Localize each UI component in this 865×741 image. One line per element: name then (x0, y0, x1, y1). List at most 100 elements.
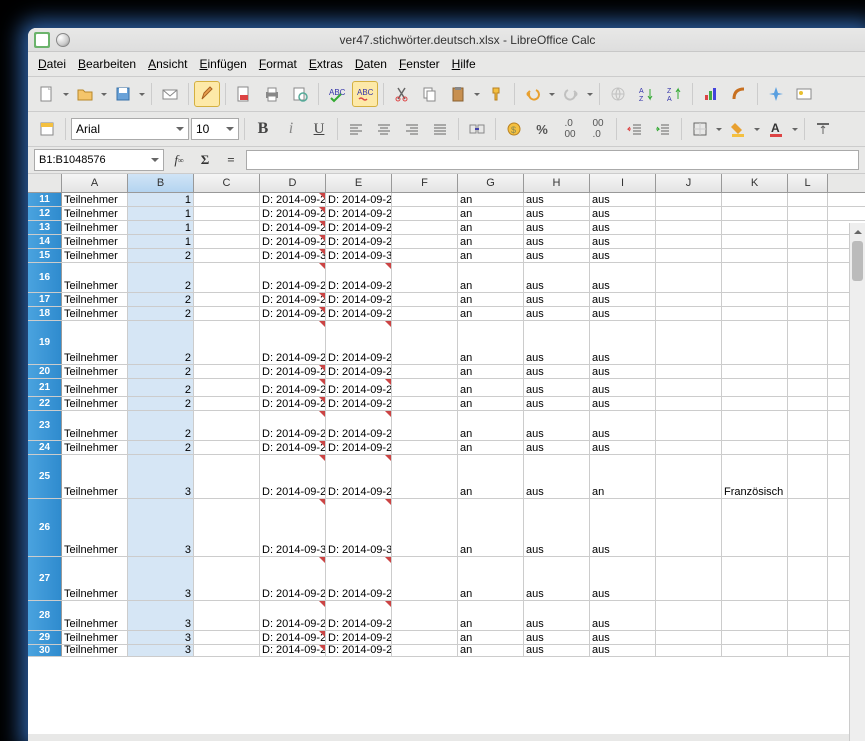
col-header-J[interactable]: J (656, 174, 722, 192)
cell-K28[interactable] (722, 601, 788, 630)
menu-daten[interactable]: Daten (351, 55, 391, 73)
cell-H17[interactable]: aus (524, 293, 590, 306)
cell-H18[interactable]: aus (524, 307, 590, 320)
menu-einfügen[interactable]: Einfügen (195, 55, 250, 73)
cell-L20[interactable] (788, 365, 828, 378)
undo-dropdown[interactable] (548, 90, 556, 99)
cell-I12[interactable]: aus (590, 207, 656, 220)
row-header-14[interactable]: 14 (28, 235, 62, 248)
cell-K23[interactable] (722, 411, 788, 440)
sum-button[interactable]: Σ (194, 150, 216, 170)
cell-K22[interactable] (722, 397, 788, 410)
col-header-F[interactable]: F (392, 174, 458, 192)
col-header-A[interactable]: A (62, 174, 128, 192)
cell-L24[interactable] (788, 441, 828, 454)
cell-H16[interactable]: aus (524, 263, 590, 292)
cell-C14[interactable] (194, 235, 260, 248)
row-header-21[interactable]: 21 (28, 379, 62, 396)
menu-hilfe[interactable]: Hilfe (448, 55, 480, 73)
cell-K16[interactable] (722, 263, 788, 292)
cell-C11[interactable] (194, 193, 260, 206)
cell-B27[interactable]: 3 (128, 557, 194, 600)
cell-F19[interactable] (392, 321, 458, 364)
cell-I15[interactable]: aus (590, 249, 656, 262)
cell-J18[interactable] (656, 307, 722, 320)
cell-J15[interactable] (656, 249, 722, 262)
cell-A16[interactable]: Teilnehmer (62, 263, 128, 292)
cell-G12[interactable]: an (458, 207, 524, 220)
cell-L27[interactable] (788, 557, 828, 600)
email-button[interactable] (157, 81, 183, 107)
cell-K12[interactable] (722, 207, 788, 220)
cell-B24[interactable]: 2 (128, 441, 194, 454)
cell-A15[interactable]: Teilnehmer (62, 249, 128, 262)
redo-dropdown[interactable] (586, 90, 594, 99)
cell-C21[interactable] (194, 379, 260, 396)
cell-K14[interactable] (722, 235, 788, 248)
cell-K20[interactable] (722, 365, 788, 378)
cell-B17[interactable]: 2 (128, 293, 194, 306)
cell-B19[interactable]: 2 (128, 321, 194, 364)
cell-I20[interactable]: aus (590, 365, 656, 378)
cell-E26[interactable]: D: 2014-09-30 19:33:57 (326, 499, 392, 556)
cell-G30[interactable]: an (458, 645, 524, 656)
cell-G28[interactable]: an (458, 601, 524, 630)
cell-F11[interactable] (392, 193, 458, 206)
cell-K13[interactable] (722, 221, 788, 234)
sort-desc-button[interactable]: ZA (661, 81, 687, 107)
cell-B29[interactable]: 3 (128, 631, 194, 644)
scroll-thumb[interactable] (852, 241, 863, 281)
cell-B14[interactable]: 1 (128, 235, 194, 248)
cell-B22[interactable]: 2 (128, 397, 194, 410)
increase-indent-button[interactable] (650, 116, 676, 142)
col-header-L[interactable]: L (788, 174, 828, 192)
cell-E28[interactable]: D: 2014-09-23 08:18:53 (326, 601, 392, 630)
bgcolor-button[interactable] (725, 116, 751, 142)
cell-E19[interactable]: D: 2014-09-24 12:27:03 (326, 321, 392, 364)
cell-C16[interactable] (194, 263, 260, 292)
cell-A19[interactable]: Teilnehmer (62, 321, 128, 364)
save-button[interactable] (110, 81, 136, 107)
row-header-20[interactable]: 20 (28, 365, 62, 378)
cell-K21[interactable] (722, 379, 788, 396)
cell-L26[interactable] (788, 499, 828, 556)
font-size-combo[interactable]: 10 (191, 118, 239, 140)
cell-F22[interactable] (392, 397, 458, 410)
row-header-16[interactable]: 16 (28, 263, 62, 292)
cell-B23[interactable]: 2 (128, 411, 194, 440)
cut-button[interactable] (389, 81, 415, 107)
col-header-G[interactable]: G (458, 174, 524, 192)
vertical-scrollbar[interactable] (849, 223, 865, 741)
cell-C28[interactable] (194, 601, 260, 630)
cell-C30[interactable] (194, 645, 260, 656)
cell-H26[interactable]: aus (524, 499, 590, 556)
cell-E30[interactable]: D: 2014-09-23 07:34:30 (326, 645, 392, 656)
cell-H19[interactable]: aus (524, 321, 590, 364)
cell-E23[interactable]: D: 2014-09-22 06:42:41 (326, 411, 392, 440)
cell-A22[interactable]: Teilnehmer (62, 397, 128, 410)
print-button[interactable] (259, 81, 285, 107)
menu-fenster[interactable]: Fenster (395, 55, 444, 73)
undo-button[interactable] (520, 81, 546, 107)
cell-J26[interactable] (656, 499, 722, 556)
cell-J28[interactable] (656, 601, 722, 630)
titlebar[interactable]: ver47.stichwörter.deutsch.xlsx - LibreOf… (28, 28, 865, 52)
cell-G25[interactable]: an (458, 455, 524, 498)
cell-C25[interactable] (194, 455, 260, 498)
cell-A29[interactable]: Teilnehmer (62, 631, 128, 644)
cell-J25[interactable] (656, 455, 722, 498)
cell-L17[interactable] (788, 293, 828, 306)
cell-I11[interactable]: aus (590, 193, 656, 206)
row-header-17[interactable]: 17 (28, 293, 62, 306)
merge-cells-button[interactable] (464, 116, 490, 142)
copy-button[interactable] (417, 81, 443, 107)
redo-button[interactable] (558, 81, 584, 107)
row-header-23[interactable]: 23 (28, 411, 62, 440)
cell-E13[interactable]: D: 2014-09-21 15:24:37 (326, 221, 392, 234)
cell-F21[interactable] (392, 379, 458, 396)
cell-A28[interactable]: Teilnehmer (62, 601, 128, 630)
cell-D29[interactable]: D: 2014-09-2 (260, 631, 326, 644)
cell-F20[interactable] (392, 365, 458, 378)
decrease-indent-button[interactable] (622, 116, 648, 142)
cell-E21[interactable]: D: 2014-09-23 15:31:40 (326, 379, 392, 396)
